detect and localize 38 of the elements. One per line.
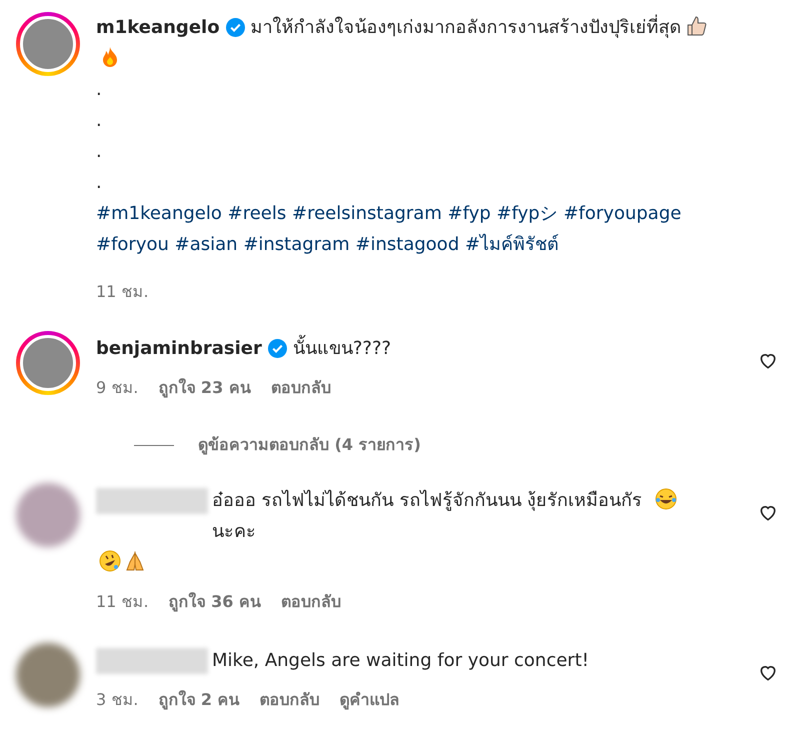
dot-text: .	[96, 109, 103, 133]
hashtag-link[interactable]: #reelsinstagram	[292, 203, 442, 224]
tilted-laughing-face-icon	[99, 550, 121, 572]
dot-text: .	[96, 140, 103, 164]
likes-link[interactable]: ถูกใจ 2 คน	[158, 690, 240, 709]
reply-link[interactable]: ตอบกลับ	[260, 690, 320, 709]
hashtag-link[interactable]: #m1keangelo	[96, 203, 222, 224]
hashtag-link[interactable]: #reels	[228, 203, 286, 224]
hashtag-link[interactable]: #instagood	[355, 234, 460, 255]
blurred-avatar	[16, 483, 80, 547]
comment-text: Mike, Angels are waiting for your concert!	[212, 649, 589, 673]
timestamp: 9 ชม.	[96, 378, 138, 397]
thumbs-up-icon	[684, 15, 707, 37]
likes-link[interactable]: ถูกใจ 36 คน	[168, 592, 261, 611]
blurred-avatar	[16, 643, 80, 707]
hashtag-link[interactable]: #fypシ	[496, 203, 558, 224]
hashtag-link[interactable]: #foryoupage	[563, 203, 682, 224]
translate-link[interactable]: ดูคำแปล	[340, 690, 400, 709]
timestamp: 3 ชม.	[96, 690, 138, 709]
username[interactable]: benjaminbrasier	[96, 338, 262, 359]
laughing-face-icon	[655, 488, 677, 510]
likes-link[interactable]: ถูกใจ 23 คน	[158, 378, 251, 397]
hashtag-link[interactable]: #asian	[174, 234, 238, 255]
dot-text: .	[96, 171, 103, 195]
timestamp: 11 ชม.	[96, 282, 149, 301]
hashtag-link[interactable]: #fyp	[448, 203, 491, 224]
dot-text: .	[96, 78, 103, 102]
reply-link[interactable]: ตอบกลับ	[280, 592, 341, 611]
hashtag-link[interactable]: #foryou	[96, 234, 169, 255]
timestamp: 11 ชม.	[96, 592, 149, 611]
username[interactable]: m1keangelo	[96, 17, 220, 38]
hashtag-link[interactable]: #ไมค์พิรัชต์	[464, 234, 560, 255]
comment-text: อ๋อออ รถไฟไม่ได้ชนกัน รถไฟรู้จักกันนน งุ้ยรักเหมือนกัร นะคะ	[212, 488, 644, 544]
view-replies-link[interactable]: ดูข้อความตอบกลับ (4 รายการ)	[198, 433, 421, 457]
reply-link[interactable]: ตอบกลับ	[270, 378, 331, 397]
hashtag-link[interactable]: #instagram	[243, 234, 350, 255]
caption-text: มาให้กำลังใจน้องๆเก่งมากอลังการงานสร้างปังปุริเย่ที่สุด	[250, 17, 682, 38]
comment-text: นั้นแขน????	[292, 333, 392, 364]
